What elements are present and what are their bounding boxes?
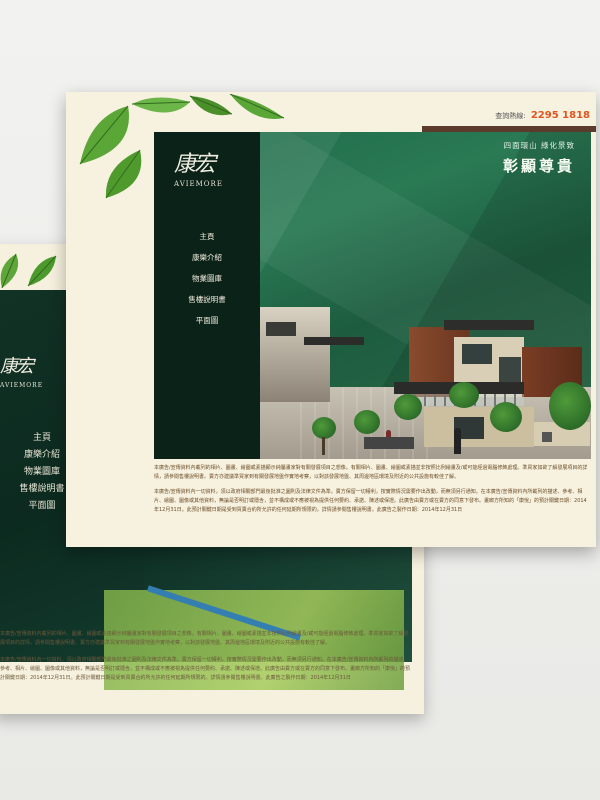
- sidebar: 康宏 AVIEMORE 主頁 康樂介紹 物業圖庫 售樓說明書 平面圖: [154, 132, 260, 459]
- hero-title: 彰顯尊貴: [502, 157, 575, 175]
- back-logo-english: AVIEMORE: [0, 382, 44, 389]
- tree-4: [312, 417, 336, 439]
- back-disclaimer: 本廣告/宣傳資料內載列的相片、圖畫、繪圖或素描顯示純屬畫家對有關發展項目之想像。…: [0, 630, 410, 691]
- logo-english: AVIEMORE: [174, 180, 223, 188]
- back-logo: 康宏 AVIEMORE: [0, 356, 70, 408]
- tree-3: [354, 410, 380, 434]
- disclaimer: 本廣告/宣傳資料內載列的相片、圖畫、繪圖或素描顯示純屬畫家對有關發展項目之想像。…: [154, 464, 589, 521]
- nav-item-floorplan[interactable]: 平面圖: [154, 310, 260, 331]
- hero-subtitle: 四面環山 綠化景致: [503, 141, 575, 150]
- hero-banner: 康宏 AVIEMORE 主頁 康樂介紹 物業圖庫 售樓說明書 平面圖 四面環山 …: [154, 132, 591, 459]
- nav-item-home[interactable]: 主頁: [154, 226, 260, 247]
- main-nav: 主頁 康樂介紹 物業圖庫 售樓說明書 平面圖: [154, 226, 260, 331]
- person-figure-1: [454, 428, 461, 454]
- roof-overhang: [444, 320, 534, 330]
- left-building-ledge: [304, 337, 364, 345]
- tree-2: [394, 394, 422, 420]
- left-building-window: [266, 322, 296, 336]
- tree-5: [549, 382, 591, 430]
- back-disclaimer-p1: 本廣告/宣傳資料內載列的相片、圖畫、繪圖或素描顯示純屬畫家對有關發展項目之想像。…: [0, 631, 409, 646]
- hotline: 查詢熱線: 2295 1818: [495, 110, 590, 121]
- nav-item-intro[interactable]: 康樂介紹: [154, 247, 260, 268]
- nav-item-gallery[interactable]: 物業圖庫: [154, 268, 260, 289]
- tree-1: [449, 382, 479, 408]
- disclaimer-p2: 本廣告/宣傳資料內一切資料，須以政府相關部門最後批准之圖則及法律文件為準。賣方保…: [154, 489, 587, 513]
- back-disclaimer-p2: 本廣告/宣傳資料內一切資料，須以政府相關部門最後批准之圖則及法律文件為準。賣方保…: [0, 657, 411, 681]
- back-logo-chinese: 康宏: [0, 356, 34, 377]
- fence: [364, 437, 414, 449]
- logo-chinese: 康宏: [174, 152, 216, 177]
- hotline-number[interactable]: 2295 1818: [531, 110, 590, 121]
- back-leaf-decoration: [0, 253, 57, 289]
- tree-6: [490, 402, 522, 432]
- tree-trunk: [322, 437, 325, 455]
- disclaimer-p1: 本廣告/宣傳資料內載列的相片、圖畫、繪圖或素描顯示純屬畫家對有關發展項目之想像。…: [154, 465, 588, 480]
- hero-heading: 四面環山 綠化景致 彰顯尊貴: [503, 140, 575, 176]
- brand-logo[interactable]: 康宏 AVIEMORE: [174, 154, 240, 210]
- hotline-label: 查詢熱線:: [495, 112, 526, 120]
- house-number-plate: [542, 432, 552, 442]
- nav-item-brochure[interactable]: 售樓說明書: [154, 289, 260, 310]
- upper-window: [462, 344, 492, 364]
- background: 康宏 AVIEMORE 主頁 康樂介紹 物業圖庫 售樓說明書 平面圖 本廣告/宣…: [0, 0, 600, 800]
